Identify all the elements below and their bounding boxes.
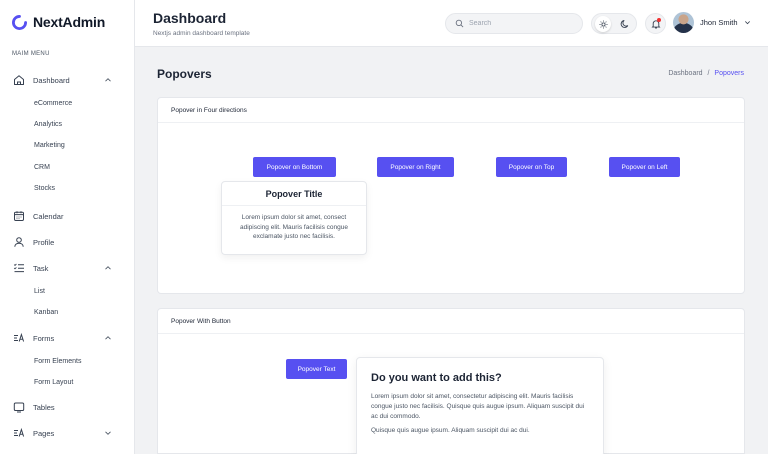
chevron-up-icon: [105, 336, 111, 340]
popover-left-button[interactable]: Popover on Left: [609, 157, 680, 177]
card-title: Popover With Button: [158, 309, 744, 334]
logo-text: NextAdmin: [33, 14, 106, 30]
breadcrumb-current: Popovers: [714, 70, 744, 77]
popover-bottom: Popover Title Lorem ipsum dolor sit amet…: [221, 181, 367, 255]
breadcrumb: Dashboard / Popovers: [668, 70, 744, 77]
sidebar-item-tables[interactable]: Tables: [13, 399, 120, 415]
chevron-up-icon: [105, 266, 111, 270]
theme-toggle[interactable]: [591, 13, 637, 34]
sidebar-item-forms[interactable]: Forms: [13, 330, 120, 346]
task-list-icon: [13, 263, 24, 273]
search-icon: [455, 19, 464, 28]
popover-right-button[interactable]: Popover on Right: [377, 157, 454, 177]
chevron-up-icon: [105, 78, 111, 82]
chevron-down-icon: [105, 431, 111, 435]
breadcrumb-parent[interactable]: Dashboard: [668, 70, 702, 77]
popover-body: Lorem ipsum dolor sit amet, consect adip…: [239, 214, 349, 240]
popover-add-confirm: Do you want to add this? Lorem ipsum dol…: [356, 357, 604, 454]
logo-icon: [12, 14, 27, 30]
breadcrumb-separator: /: [707, 70, 710, 77]
popover-title: Do you want to add this?: [371, 372, 502, 384]
popover-top-button[interactable]: Popover on Top: [496, 157, 567, 177]
popover-bottom-button[interactable]: Popover on Bottom: [253, 157, 336, 177]
moon-icon: [620, 20, 629, 28]
sidebar-item-profile[interactable]: Profile: [13, 234, 120, 250]
theme-toggle-knob[interactable]: [595, 16, 611, 32]
sidebar-item-label: Forms: [33, 333, 55, 343]
header-title: Dashboard: [153, 10, 227, 26]
card-title: Popover in Four directions: [158, 98, 744, 123]
popover-title: Popover Title: [222, 182, 366, 206]
popover-body-secondary: Quisque quis augue ipsum. Aliquam suscip…: [371, 427, 530, 435]
sidebar-item-label: Calendar: [33, 211, 64, 221]
user-icon: [14, 237, 24, 247]
search-box[interactable]: [445, 13, 583, 34]
sidebar-subitem-analytics[interactable]: Analytics: [34, 121, 62, 128]
sidebar-item-label: Task: [33, 263, 49, 273]
avatar: [673, 12, 694, 33]
user-name: Jhon Smith: [700, 18, 738, 27]
sun-icon: [598, 19, 608, 29]
sidebar-subitem-kanban[interactable]: Kanban: [34, 309, 58, 316]
sidebar-item-label: Tables: [33, 402, 55, 412]
sidebar-item-label: Dashboard: [33, 75, 70, 85]
logo[interactable]: NextAdmin: [12, 14, 105, 30]
sidebar-subitem-form-elements[interactable]: Form Elements: [34, 358, 81, 365]
pages-icon: [14, 427, 25, 437]
page-title: Popovers: [157, 67, 212, 81]
search-input[interactable]: [469, 20, 569, 27]
menu-heading: MAIM MENU: [12, 51, 50, 57]
calendar-icon: [14, 211, 24, 222]
sidebar-subitem-stocks[interactable]: Stocks: [34, 185, 55, 192]
sidebar-item-calendar[interactable]: Calendar: [13, 208, 120, 224]
sidebar: NextAdmin MAIM MENU Dashboard eCommerce …: [0, 0, 135, 454]
top-header: Dashboard Nextjs admin dashboard templat…: [135, 0, 768, 47]
sidebar-item-dashboard[interactable]: Dashboard: [13, 72, 120, 88]
sidebar-subitem-form-layout[interactable]: Form Layout: [34, 379, 73, 386]
sidebar-subitem-list[interactable]: List: [34, 288, 45, 295]
notification-button[interactable]: [645, 13, 666, 34]
sidebar-item-label: Profile: [33, 237, 55, 247]
sidebar-item-pages[interactable]: Pages: [13, 425, 120, 441]
sidebar-item-label: Pages: [33, 428, 55, 438]
table-icon: [13, 402, 25, 413]
sidebar-subitem-marketing[interactable]: Marketing: [34, 142, 65, 149]
chevron-down-icon: [744, 21, 750, 25]
forms-icon: [14, 332, 25, 342]
popover-body: Lorem ipsum dolor sit amet, consectetur …: [371, 393, 585, 420]
notification-dot: [657, 18, 661, 22]
popover-text-button[interactable]: Popover Text: [286, 359, 347, 379]
user-menu[interactable]: Jhon Smith: [673, 12, 751, 33]
header-subtitle: Nextjs admin dashboard template: [153, 30, 250, 37]
sidebar-subitem-ecommerce[interactable]: eCommerce: [34, 100, 72, 107]
sidebar-subitem-crm[interactable]: CRM: [34, 164, 50, 171]
sidebar-item-task[interactable]: Task: [13, 260, 120, 276]
home-icon: [14, 75, 24, 85]
